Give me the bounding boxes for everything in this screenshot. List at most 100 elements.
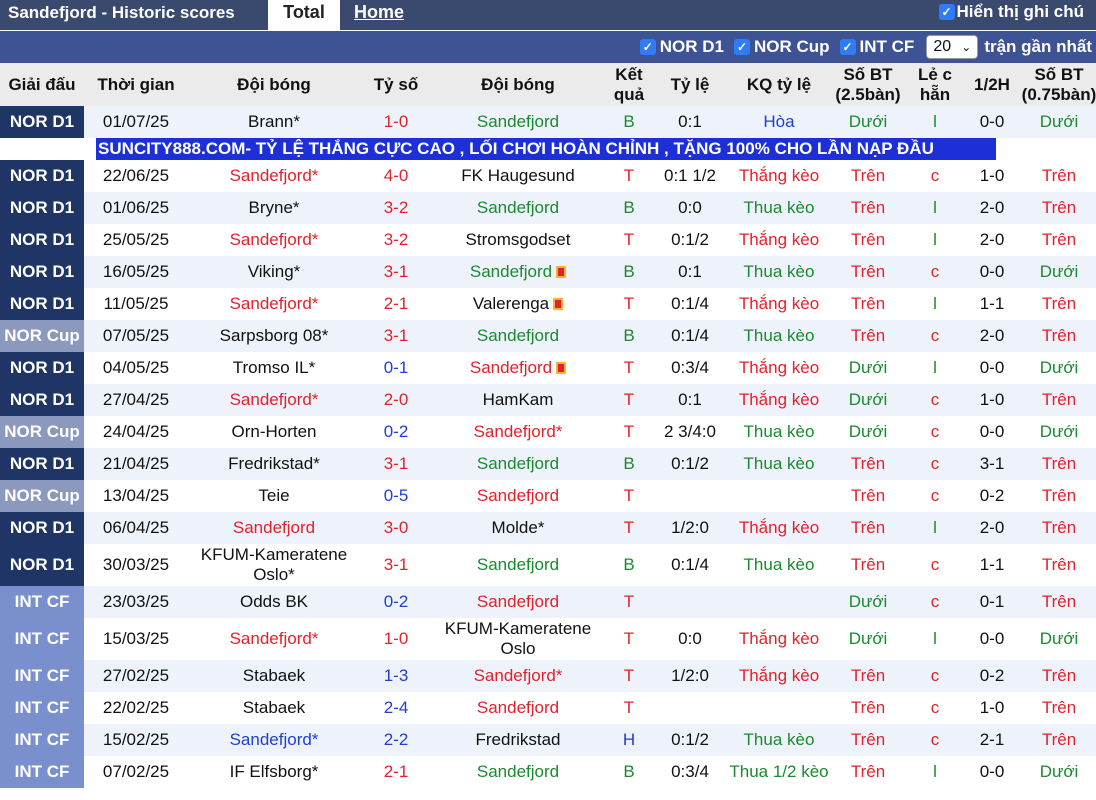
- away-team-name[interactable]: Molde*: [492, 518, 545, 537]
- score-cell[interactable]: 2-1: [360, 756, 432, 788]
- home-team-cell[interactable]: Sandefjord*: [188, 618, 360, 660]
- home-team-cell[interactable]: Sandefjord*: [188, 224, 360, 256]
- home-team-cell[interactable]: Fredrikstad*: [188, 448, 360, 480]
- league-cell[interactable]: NOR D1: [0, 512, 84, 544]
- league-cell[interactable]: INT CF: [0, 660, 84, 692]
- away-team-name[interactable]: Sandefjord: [477, 592, 559, 611]
- home-team-name[interactable]: Sandefjord*: [230, 629, 319, 648]
- away-team-name[interactable]: Sandefjord: [470, 358, 552, 377]
- home-team-name[interactable]: Sandefjord*: [230, 390, 319, 409]
- score-cell[interactable]: 0-5: [360, 480, 432, 512]
- home-team-cell[interactable]: Sandefjord*: [188, 724, 360, 756]
- home-team-name[interactable]: Sandefjord*: [230, 230, 319, 249]
- league-cell[interactable]: NOR D1: [0, 544, 84, 586]
- away-team-cell[interactable]: Sandefjord: [432, 544, 604, 586]
- away-team-name[interactable]: Sandefjord*: [474, 422, 563, 441]
- score-cell[interactable]: 0-2: [360, 586, 432, 618]
- home-team-name[interactable]: Orn-Horten: [231, 422, 316, 441]
- score-cell[interactable]: 1-0: [360, 618, 432, 660]
- home-team-cell[interactable]: Viking*: [188, 256, 360, 288]
- home-team-cell[interactable]: Stabaek: [188, 660, 360, 692]
- tab-total[interactable]: Total: [268, 0, 340, 30]
- checkbox-icon[interactable]: ✓: [938, 4, 955, 20]
- away-team-name[interactable]: Fredrikstad: [475, 730, 560, 749]
- home-team-name[interactable]: KFUM-Kameratene Oslo*: [201, 545, 347, 584]
- home-team-cell[interactable]: Sarpsborg 08*: [188, 320, 360, 352]
- score-cell[interactable]: 1-3: [360, 660, 432, 692]
- away-team-name[interactable]: Sandefjord: [477, 326, 559, 345]
- away-team-cell[interactable]: Sandefjord: [432, 192, 604, 224]
- away-team-cell[interactable]: Sandefjord: [432, 320, 604, 352]
- home-team-name[interactable]: Sandefjord*: [230, 166, 319, 185]
- league-cell[interactable]: NOR D1: [0, 224, 84, 256]
- league-cell[interactable]: NOR D1: [0, 288, 84, 320]
- league-cell[interactable]: NOR D1: [0, 256, 84, 288]
- away-team-name[interactable]: Stromsgodset: [466, 230, 571, 249]
- away-team-name[interactable]: Sandefjord: [477, 454, 559, 473]
- score-cell[interactable]: 0-2: [360, 416, 432, 448]
- home-team-cell[interactable]: Stabaek: [188, 692, 360, 724]
- away-team-cell[interactable]: Sandefjord: [432, 692, 604, 724]
- away-team-name[interactable]: Sandefjord: [477, 486, 559, 505]
- home-team-cell[interactable]: Bryne*: [188, 192, 360, 224]
- league-cell[interactable]: INT CF: [0, 586, 84, 618]
- away-team-name[interactable]: KFUM-Kameratene Oslo: [445, 619, 591, 658]
- away-team-cell[interactable]: Sandefjord: [432, 586, 604, 618]
- away-team-cell[interactable]: Sandefjord*: [432, 660, 604, 692]
- home-team-cell[interactable]: Brann*: [188, 106, 360, 138]
- score-cell[interactable]: 2-1: [360, 288, 432, 320]
- away-team-cell[interactable]: Sandefjord: [432, 352, 604, 384]
- score-cell[interactable]: 4-0: [360, 160, 432, 192]
- away-team-cell[interactable]: Sandefjord: [432, 106, 604, 138]
- checkbox-icon[interactable]: ✓: [839, 39, 856, 55]
- filter-int-cf[interactable]: ✓ INT CF: [839, 37, 914, 57]
- league-cell[interactable]: NOR Cup: [0, 480, 84, 512]
- home-team-name[interactable]: Viking*: [248, 262, 301, 281]
- score-cell[interactable]: 2-2: [360, 724, 432, 756]
- league-cell[interactable]: NOR D1: [0, 192, 84, 224]
- home-team-name[interactable]: Odds BK: [240, 592, 308, 611]
- checkbox-icon[interactable]: ✓: [639, 39, 656, 55]
- away-team-cell[interactable]: KFUM-Kameratene Oslo: [432, 618, 604, 660]
- score-cell[interactable]: 3-0: [360, 512, 432, 544]
- ad-cell[interactable]: SUNCITY888.COM- TỶ LỆ THẮNG CỰC CAO , LỐ…: [0, 138, 1096, 160]
- home-team-cell[interactable]: Tromso IL*: [188, 352, 360, 384]
- away-team-name[interactable]: Sandefjord: [477, 762, 559, 781]
- home-team-cell[interactable]: Teie: [188, 480, 360, 512]
- filter-nor-d1[interactable]: ✓ NOR D1: [639, 37, 724, 57]
- away-team-cell[interactable]: Molde*: [432, 512, 604, 544]
- away-team-name[interactable]: Sandefjord: [477, 112, 559, 131]
- away-team-cell[interactable]: Sandefjord: [432, 448, 604, 480]
- away-team-cell[interactable]: Stromsgodset: [432, 224, 604, 256]
- home-team-name[interactable]: Bryne*: [248, 198, 299, 217]
- home-team-cell[interactable]: Sandefjord*: [188, 160, 360, 192]
- home-team-name[interactable]: Sandefjord: [233, 518, 315, 537]
- league-cell[interactable]: NOR Cup: [0, 320, 84, 352]
- home-team-cell[interactable]: Sandefjord*: [188, 288, 360, 320]
- match-count-select[interactable]: 20 ⌄: [926, 35, 979, 59]
- score-cell[interactable]: 1-0: [360, 106, 432, 138]
- away-team-cell[interactable]: Sandefjord: [432, 480, 604, 512]
- away-team-cell[interactable]: Sandefjord: [432, 756, 604, 788]
- home-team-name[interactable]: IF Elfsborg*: [230, 762, 319, 781]
- home-team-name[interactable]: Stabaek: [243, 698, 305, 717]
- away-team-name[interactable]: FK Haugesund: [461, 166, 574, 185]
- show-notes-toggle[interactable]: ✓ Hiển thị ghi chú: [938, 0, 1084, 24]
- tab-home[interactable]: Home: [340, 0, 418, 30]
- score-cell[interactable]: 3-2: [360, 224, 432, 256]
- league-cell[interactable]: NOR D1: [0, 384, 84, 416]
- score-cell[interactable]: 0-1: [360, 352, 432, 384]
- away-team-name[interactable]: Sandefjord: [477, 555, 559, 574]
- ad-row[interactable]: SUNCITY888.COM- TỶ LỆ THẮNG CỰC CAO , LỐ…: [0, 138, 1096, 160]
- home-team-name[interactable]: Tromso IL*: [233, 358, 316, 377]
- home-team-cell[interactable]: Odds BK: [188, 586, 360, 618]
- away-team-cell[interactable]: Valerenga: [432, 288, 604, 320]
- league-cell[interactable]: INT CF: [0, 756, 84, 788]
- away-team-cell[interactable]: Fredrikstad: [432, 724, 604, 756]
- away-team-name[interactable]: Valerenga: [473, 294, 549, 313]
- home-team-name[interactable]: Sandefjord*: [230, 730, 319, 749]
- score-cell[interactable]: 3-1: [360, 320, 432, 352]
- away-team-cell[interactable]: HamKam: [432, 384, 604, 416]
- away-team-name[interactable]: Sandefjord: [477, 198, 559, 217]
- league-cell[interactable]: NOR D1: [0, 448, 84, 480]
